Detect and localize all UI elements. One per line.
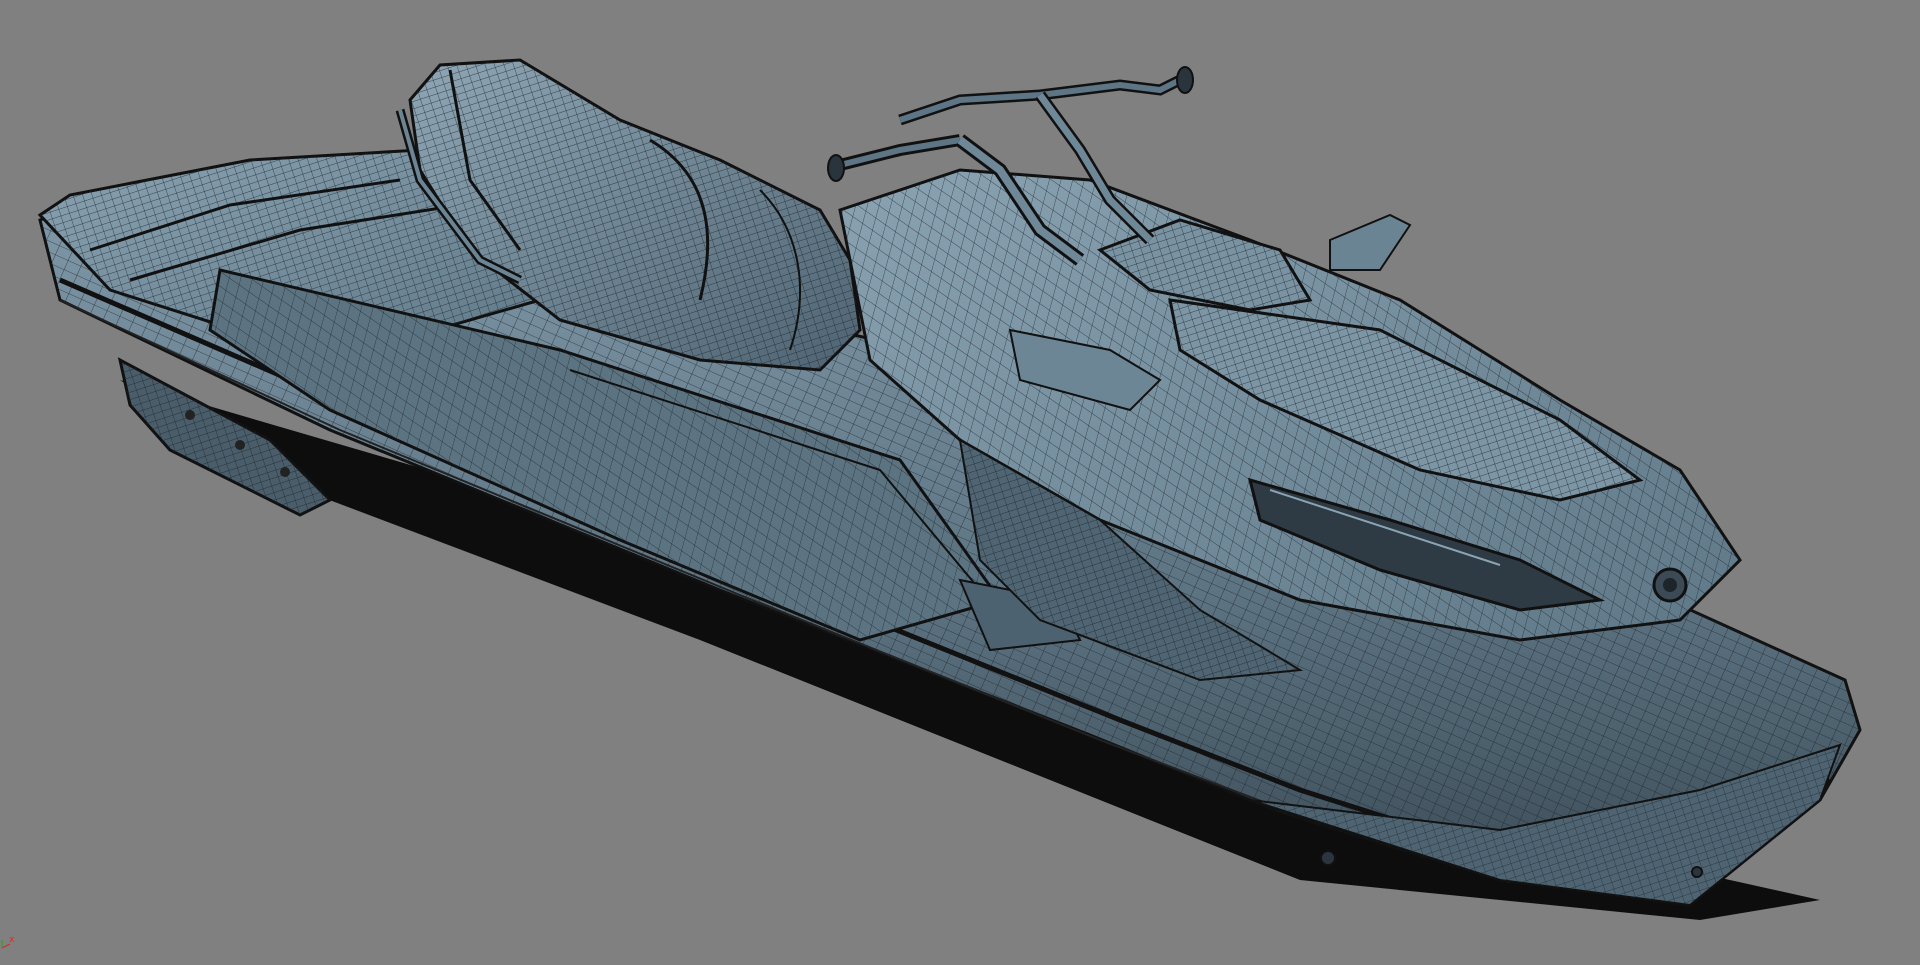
axis-gizmo: x <box>0 920 40 960</box>
axis-gizmo-icon <box>1 940 11 949</box>
axis-x-label: x <box>9 935 15 945</box>
viewport-canvas <box>37 58 1862 920</box>
3d-viewport[interactable]: x <box>0 0 1920 965</box>
